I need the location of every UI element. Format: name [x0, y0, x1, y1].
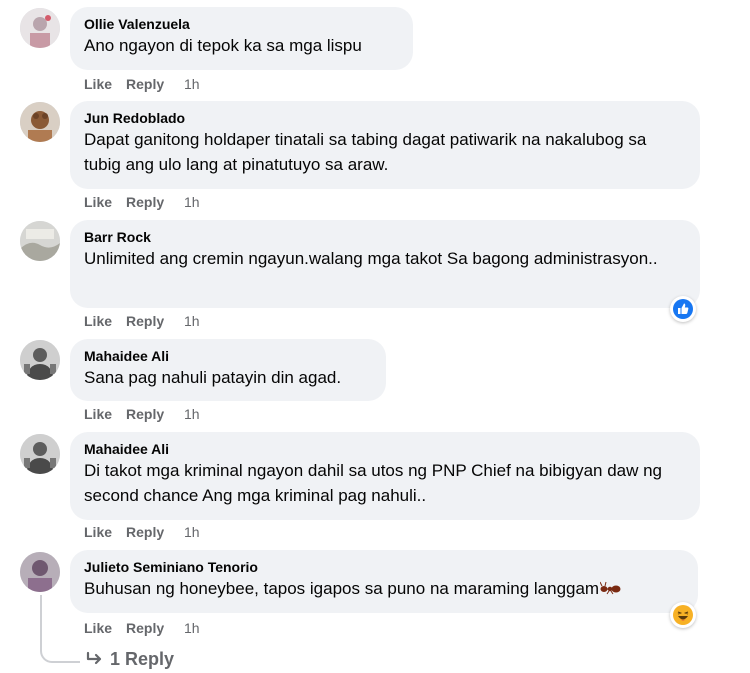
comment-text: Sana pag nahuli patayin din agad.: [84, 368, 342, 387]
comment-text: Di takot mga kriminal ngayon dahil sa ut…: [84, 461, 663, 505]
comment-actions: Like Reply 1h: [84, 76, 200, 92]
like-button[interactable]: Like: [84, 524, 124, 540]
replies-count[interactable]: 1 Reply: [110, 649, 174, 670]
comment-bubble: Mahaidee Ali Sana pag nahuli patayin din…: [70, 339, 386, 401]
comment-actions: Like Reply 1h: [84, 620, 200, 636]
avatar[interactable]: [20, 8, 60, 48]
comment-bubble: Barr Rock Unlimited ang cremin ngayun.wa…: [70, 220, 700, 308]
avatar[interactable]: [20, 340, 60, 380]
comment-actions: Like Reply 1h: [84, 524, 200, 540]
like-button[interactable]: Like: [84, 406, 124, 422]
comment-bubble: Mahaidee Ali Di takot mga kriminal ngayo…: [70, 432, 700, 520]
timestamp[interactable]: 1h: [184, 620, 200, 636]
comment-bubble: Jun Redoblado Dapat ganitong holdaper ti…: [70, 101, 700, 189]
avatar[interactable]: [20, 434, 60, 474]
reply-button[interactable]: Reply: [126, 313, 178, 329]
timestamp[interactable]: 1h: [184, 194, 200, 210]
reply-button[interactable]: Reply: [126, 406, 178, 422]
comment-actions: Like Reply 1h: [84, 406, 200, 422]
reply-button[interactable]: Reply: [126, 194, 178, 210]
comment-author[interactable]: Barr Rock: [84, 228, 686, 246]
comment-bubble: Julieto Seminiano Tenorio Buhusan ng hon…: [70, 550, 698, 613]
comment-text: Buhusan ng honeybee, tapos igapos sa pun…: [84, 576, 684, 602]
comment-actions: Like Reply 1h: [84, 313, 200, 329]
comment-author[interactable]: Mahaidee Ali: [84, 440, 686, 458]
reply-arrow-icon: [86, 649, 104, 670]
reply-button[interactable]: Reply: [126, 524, 178, 540]
view-replies-link[interactable]: 1 Reply: [86, 649, 174, 670]
reply-button[interactable]: Reply: [126, 620, 178, 636]
avatar[interactable]: [20, 221, 60, 261]
thread-connector: [40, 595, 80, 663]
ant-emoji: [599, 577, 622, 602]
comment-author[interactable]: Mahaidee Ali: [84, 347, 372, 365]
comment-actions: Like Reply 1h: [84, 194, 200, 210]
comment-text-content: Buhusan ng honeybee, tapos igapos sa pun…: [84, 579, 600, 598]
avatar[interactable]: [20, 552, 60, 592]
like-button[interactable]: Like: [84, 194, 124, 210]
comment-author[interactable]: Jun Redoblado: [84, 109, 686, 127]
comment-bubble: Ollie Valenzuela Ano ngayon di tepok ka …: [70, 7, 413, 70]
like-button[interactable]: Like: [84, 76, 124, 92]
comment-author[interactable]: Julieto Seminiano Tenorio: [84, 558, 684, 576]
haha-reaction-icon[interactable]: [670, 602, 696, 628]
timestamp[interactable]: 1h: [184, 313, 200, 329]
like-button[interactable]: Like: [84, 620, 124, 636]
avatar[interactable]: [20, 102, 60, 142]
timestamp[interactable]: 1h: [184, 76, 200, 92]
like-button[interactable]: Like: [84, 313, 124, 329]
comment-text: Ano ngayon di tepok ka sa mga lispu: [84, 36, 362, 55]
timestamp[interactable]: 1h: [184, 524, 200, 540]
like-reaction-icon[interactable]: [670, 296, 696, 322]
reply-button[interactable]: Reply: [126, 76, 178, 92]
comment-author[interactable]: Ollie Valenzuela: [84, 15, 399, 33]
comment-text: Unlimited ang cremin ngayun.walang mga t…: [84, 249, 658, 268]
comment-text: Dapat ganitong holdaper tinatali sa tabi…: [84, 130, 647, 174]
timestamp[interactable]: 1h: [184, 406, 200, 422]
